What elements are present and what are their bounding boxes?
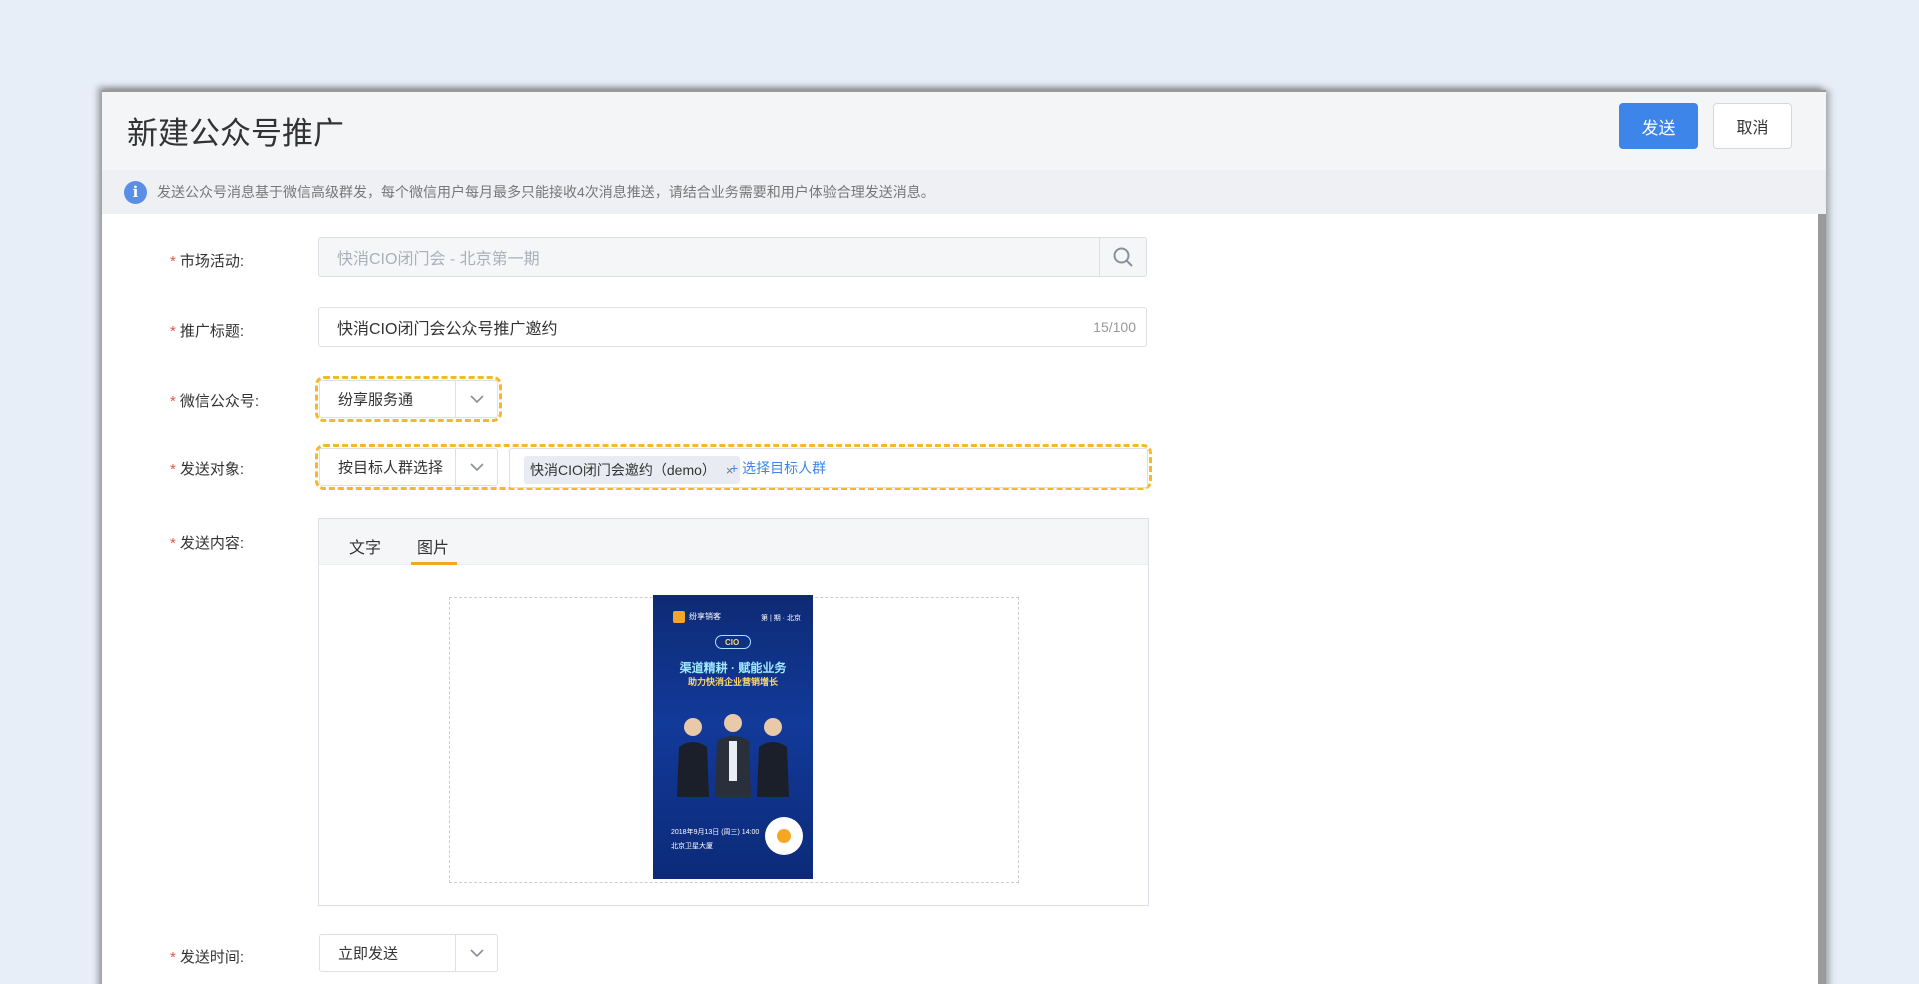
- poster-venue: 北京卫星大厦: [671, 843, 713, 850]
- send-target-mode-select[interactable]: 按目标人群选择: [319, 448, 498, 486]
- promo-title-input[interactable]: 快消CIO闭门会公众号推广邀约 15/100: [318, 307, 1147, 347]
- marketing-activity-label: * 市场活动:: [170, 253, 245, 270]
- marketing-activity-input[interactable]: 快消CIO闭门会 - 北京第一期: [318, 237, 1147, 277]
- scrollbar[interactable]: [1818, 102, 1826, 984]
- info-icon: i: [124, 180, 147, 204]
- cio-badge: CIO: [715, 635, 751, 649]
- cancel-button[interactable]: 取消: [1713, 103, 1792, 149]
- promo-title-value: 快消CIO闭门会公众号推广邀约: [337, 321, 558, 338]
- target-audience-field[interactable]: 快消CIO闭门会邀约（demo） × + 选择目标人群: [509, 448, 1148, 488]
- speakers-illustration: [677, 714, 789, 797]
- poster-date: 2018年9月13日 (周三) 14:00: [671, 829, 760, 836]
- send-time-value: 立即发送: [338, 945, 399, 963]
- send-target-mode-value: 按目标人群选择: [338, 459, 444, 477]
- search-button[interactable]: [1099, 238, 1146, 276]
- marketing-activity-value: 快消CIO闭门会 - 北京第一期: [337, 251, 540, 268]
- active-tab-indicator: [411, 562, 457, 565]
- chevron-down-icon[interactable]: [455, 449, 497, 485]
- brand-logo-icon: [673, 611, 685, 623]
- content-tabs: 文字 图片: [319, 519, 1148, 565]
- wechat-account-label: * 微信公众号:: [170, 393, 260, 410]
- poster-image[interactable]: 纷享销客 第 | 期 · 北京 CIO 渠道精耕 · 赋能业务 助力快消企业营销…: [653, 595, 813, 879]
- tab-text[interactable]: 文字: [349, 534, 381, 558]
- char-counter: 15/100: [1093, 319, 1136, 335]
- qr-code: [765, 817, 803, 855]
- audience-tag: 快消CIO闭门会邀约（demo） ×: [524, 456, 740, 484]
- new-promotion-dialog: 新建公众号推广 发送 取消 i 发送公众号消息基于微信高级群发，每个微信用户每月…: [102, 90, 1826, 984]
- page-title: 新建公众号推广: [127, 116, 344, 151]
- promo-title-label: * 推广标题:: [170, 323, 245, 340]
- tab-image[interactable]: 图片: [417, 534, 449, 558]
- dialog-header: 新建公众号推广 发送 取消: [102, 92, 1826, 170]
- send-content-box: 文字 图片 纷享销客 第 | 期 · 北京 CIO 渠道精耕 · 赋能业务 助力…: [318, 518, 1149, 906]
- chevron-down-icon[interactable]: [455, 381, 497, 417]
- notice-text: 发送公众号消息基于微信高级群发，每个微信用户每月最多只能接收4次消息推送，请结合…: [157, 184, 935, 200]
- poster-headline: 渠道精耕 · 赋能业务: [679, 661, 787, 675]
- notice-bar: i 发送公众号消息基于微信高级群发，每个微信用户每月最多只能接收4次消息推送，请…: [102, 170, 1826, 214]
- send-target-label: * 发送对象:: [170, 461, 245, 478]
- poster-period: 第 | 期 · 北京: [761, 615, 801, 622]
- poster-subline: 助力快消企业营销增长: [687, 677, 778, 687]
- wechat-account-select[interactable]: 纷享服务通: [319, 380, 498, 418]
- send-button[interactable]: 发送: [1619, 103, 1698, 149]
- chevron-down-icon[interactable]: [455, 935, 497, 971]
- send-content-label: * 发送内容:: [170, 535, 245, 552]
- send-time-label: * 发送时间:: [170, 949, 245, 966]
- poster-brand: 纷享销客: [689, 612, 721, 621]
- select-audience-link[interactable]: + 选择目标人群: [730, 458, 826, 478]
- wechat-account-value: 纷享服务通: [338, 391, 414, 409]
- search-icon: [1113, 247, 1133, 267]
- send-time-select[interactable]: 立即发送: [319, 934, 498, 972]
